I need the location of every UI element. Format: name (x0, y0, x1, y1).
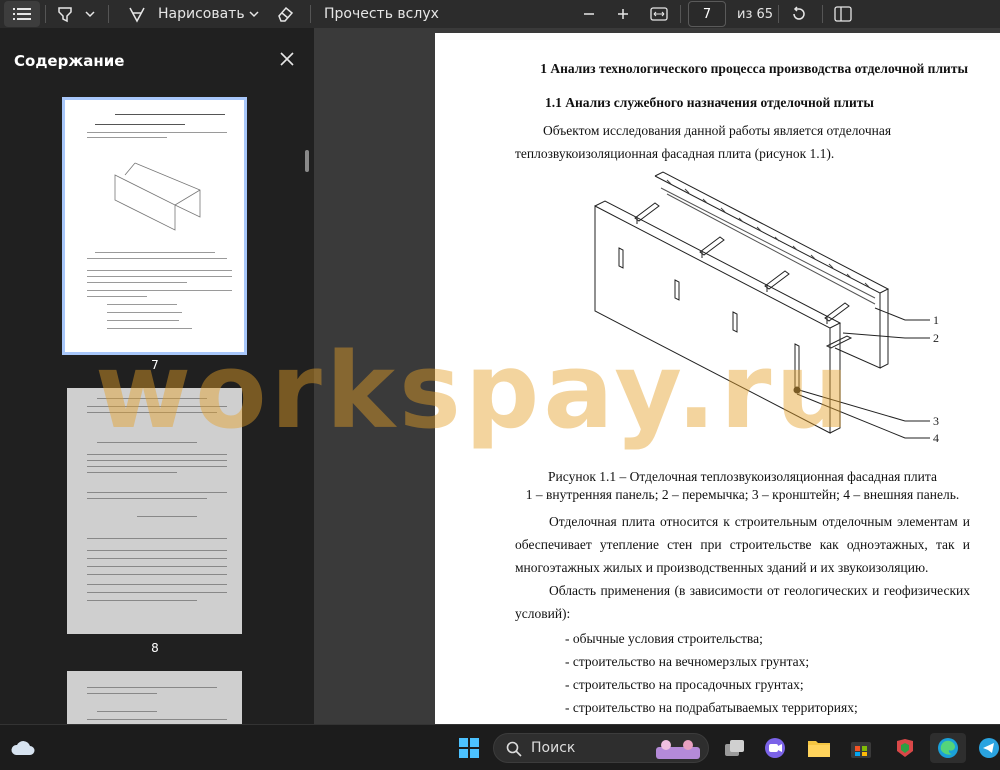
page-thumbnail-8[interactable] (67, 388, 242, 634)
plus-icon (618, 9, 628, 19)
eraser-button[interactable] (276, 0, 294, 28)
taskbar: Поиск (0, 724, 1000, 770)
thumbnail-page-number: 8 (151, 641, 159, 655)
windows-icon (459, 738, 479, 758)
figure-caption-line-1: Рисунок 1.1 – Отделочная теплозвукоизоля… (548, 469, 937, 484)
body-paragraph: Отделочная плита относится к строительны… (515, 514, 970, 575)
start-button[interactable] (454, 733, 484, 763)
document-viewer[interactable]: 1 Анализ технологического процесса произ… (314, 28, 1000, 724)
contents-sidebar: Содержание 7 8 (0, 28, 314, 724)
edge-button[interactable] (930, 733, 966, 763)
intro-line-1: Объектом исследования данной работы явля… (543, 123, 892, 138)
chat-icon (765, 738, 785, 758)
page-view-icon (834, 6, 852, 22)
cloud-icon (11, 741, 35, 755)
heading-1: 1 Анализ технологического процесса произ… (540, 61, 968, 76)
figure-label-2: 2 (933, 331, 939, 345)
list-item: - строительство на подрабатываемых терри… (565, 700, 858, 715)
highlight-button[interactable] (56, 0, 74, 28)
page-number-input[interactable]: 7 (688, 1, 726, 27)
rotate-icon (793, 6, 805, 20)
app-button[interactable] (890, 733, 920, 763)
telegram-button[interactable] (974, 733, 1000, 763)
task-view-button[interactable] (720, 733, 750, 763)
body-paragraph: Область применения (в зависимости от гео… (515, 583, 970, 621)
figure-label-1: 1 (933, 313, 939, 327)
chevron-down-icon (85, 11, 95, 18)
read-aloud-button[interactable]: Прочесть вслух (324, 0, 439, 28)
intro-line-2: теплозвукоизоляционная фасадная плита (р… (515, 146, 835, 161)
chevron-down-icon (249, 11, 259, 18)
close-icon (280, 52, 294, 66)
thumbnail-page-number: 7 (151, 358, 159, 372)
fit-page-button[interactable] (650, 0, 668, 28)
folder-icon (808, 741, 830, 757)
read-aloud-label: Прочесть вслух (324, 6, 439, 22)
list-icon (13, 8, 31, 20)
telegram-icon (979, 738, 999, 758)
file-explorer-button[interactable] (804, 733, 834, 763)
page-thumbnail-7[interactable] (62, 97, 247, 355)
weather-widget[interactable] (8, 733, 38, 763)
contents-button[interactable] (4, 1, 40, 27)
close-sidebar-button[interactable] (276, 48, 298, 70)
page-thumbnail-9[interactable] (67, 671, 242, 724)
search-highlight-icon (656, 740, 700, 759)
toolbar: Нарисовать Прочесть вслух 7 из 65 (0, 0, 1000, 28)
separator (680, 5, 681, 23)
search-icon (506, 741, 522, 757)
draw-button[interactable]: Нарисовать (128, 0, 245, 28)
sidebar-title: Содержание (14, 52, 125, 70)
figure-label-4: 4 (933, 431, 939, 445)
highlighter-icon (58, 7, 72, 23)
pen-icon (129, 7, 145, 23)
separator (310, 5, 311, 23)
list-item: - строительство на вечномерзлых грунтах; (565, 654, 810, 669)
list-item: - обычные условия строительства; (565, 631, 763, 646)
page-total: из 65 (737, 6, 774, 22)
zoom-out-button[interactable] (582, 0, 596, 28)
zoom-in-button[interactable] (616, 0, 630, 28)
page-view-button[interactable] (834, 0, 852, 28)
highlight-dropdown[interactable] (84, 0, 96, 28)
figure-caption-line-2: 1 – внутренняя панель; 2 – перемычка; 3 … (525, 487, 960, 502)
eraser-icon (278, 6, 294, 22)
app-icon (897, 739, 913, 757)
store-button[interactable] (846, 733, 876, 763)
heading-2: 1.1 Анализ служебного назначения отделоч… (545, 95, 874, 110)
draw-dropdown[interactable] (248, 0, 260, 28)
fit-width-icon (650, 7, 668, 21)
task-view-icon (725, 740, 744, 756)
separator (45, 5, 46, 23)
search-label: Поиск (531, 740, 576, 756)
rotate-button[interactable] (790, 0, 808, 28)
document-page: 1 Анализ технологического процесса произ… (435, 33, 1000, 724)
draw-label: Нарисовать (158, 6, 245, 22)
separator (822, 5, 823, 23)
minus-icon (584, 13, 594, 15)
chat-app-button[interactable] (760, 733, 790, 763)
sidebar-scrollbar[interactable] (305, 150, 309, 172)
edge-icon (938, 738, 958, 758)
taskbar-search[interactable]: Поиск (493, 733, 709, 763)
panel-figure: 1 2 3 4 (594, 171, 939, 445)
list-item: - строительство на просадочных грунтах; (565, 677, 804, 692)
separator (108, 5, 109, 23)
separator (778, 5, 779, 23)
store-icon (851, 742, 871, 758)
figure-label-3: 3 (933, 414, 939, 428)
thumbnail-figure (114, 162, 201, 231)
